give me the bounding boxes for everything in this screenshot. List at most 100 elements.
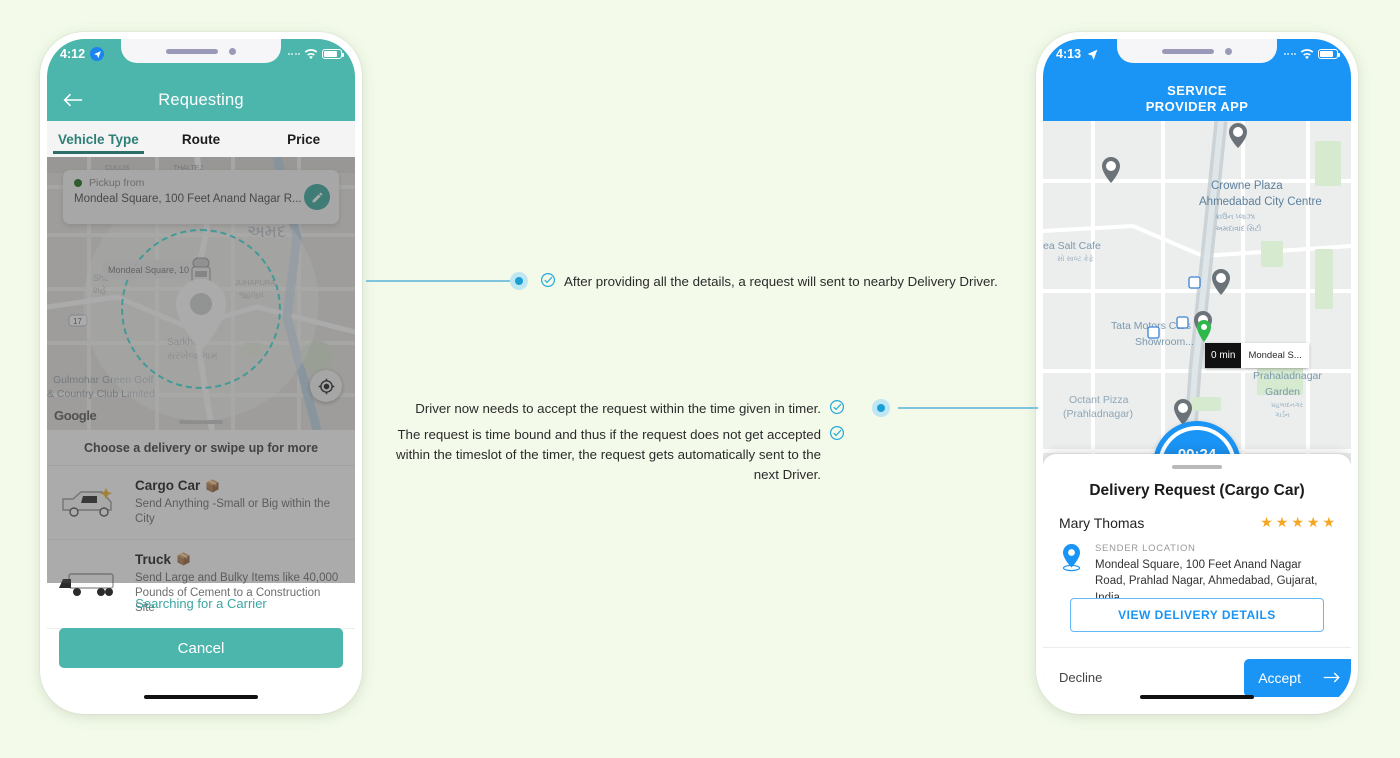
svg-text:ea Salt Cafe: ea Salt Cafe (1043, 240, 1101, 252)
svg-text:(Prahladnagar): (Prahladnagar) (1063, 408, 1133, 420)
tab-vehicle-type[interactable]: Vehicle Type (47, 132, 150, 154)
map-sheet-handle[interactable] (179, 420, 223, 424)
front-camera (1225, 47, 1232, 55)
google-attribution: Google (54, 408, 97, 423)
tab-price[interactable]: Price (252, 132, 355, 147)
pickup-location-card[interactable]: Pickup from Mondeal Square, 100 Feet Ana… (63, 170, 339, 224)
svg-text:Octant Pizza: Octant Pizza (1069, 394, 1129, 406)
back-arrow-icon[interactable] (61, 88, 85, 112)
clock-time: 4:13 (1056, 47, 1082, 61)
annotation-3-text: The request is time bound and thus if th… (396, 427, 821, 482)
accept-label: Accept (1258, 669, 1301, 686)
signal-dots-icon (1283, 53, 1296, 55)
location-pin-icon (1059, 543, 1084, 606)
earpiece-speaker (166, 48, 218, 54)
screenshot-canvas: Ahmed અમદ CULLIS THALTEJ She શહે JUHAPUR… (0, 0, 1400, 758)
header-line-2: PROVIDER APP (1145, 98, 1249, 114)
customer-name: Mary Thomas (1059, 514, 1145, 531)
pickup-label: Pickup from (89, 177, 145, 189)
annotation-2-dot (872, 399, 890, 417)
cargo-van-icon (57, 480, 123, 524)
card-drag-handle[interactable] (1172, 465, 1222, 469)
annotation-2-text: Driver now needs to accept the request w… (415, 401, 821, 416)
vehicle-name-row: Truck 📦 (135, 552, 341, 567)
package-emoji-icon: 📦 (176, 552, 191, 567)
tab-route[interactable]: Route (150, 132, 253, 147)
wifi-icon (304, 48, 318, 60)
list-item[interactable]: Truck 📦 Send Large and Bulky Items like … (47, 540, 355, 629)
vehicle-name: Truck (135, 551, 172, 567)
edit-pencil-icon[interactable] (304, 184, 330, 210)
annotation-1-dot (510, 272, 528, 290)
decline-button[interactable]: Decline (1059, 670, 1102, 685)
star-icon: ★ (1260, 514, 1273, 530)
arrow-right-icon (1323, 672, 1340, 683)
rating-stars: ★ ★ ★ ★ ★ (1260, 514, 1335, 531)
check-circle-icon (540, 272, 556, 288)
customer-row: Mary Thomas ★ ★ ★ ★ ★ (1043, 500, 1351, 531)
device-notch (1117, 39, 1277, 63)
location-arrow-icon (1086, 48, 1099, 61)
svg-text:Showroom...: Showroom... (1135, 336, 1194, 348)
accept-button[interactable]: Accept (1244, 658, 1351, 697)
sender-location-row: SENDER LOCATION Mondeal Square, 100 Feet… (1043, 531, 1351, 606)
vehicle-name-row: Cargo Car 📦 (135, 478, 341, 493)
vehicle-info: Cargo Car 📦 Send Anything -Small or Big … (135, 478, 341, 527)
star-icon: ★ (1291, 514, 1304, 530)
customer-map[interactable]: Ahmed અમદ CULLIS THALTEJ She શહે JUHAPUR… (47, 157, 355, 430)
cancel-button[interactable]: Cancel (59, 628, 343, 668)
clock-time: 4:12 (60, 47, 86, 61)
request-tabs: Vehicle Type Route Price (47, 121, 355, 157)
svg-text:ક્રાઉન પ્લાઝા: ક્રાઉન પ્લાઝા (1215, 211, 1255, 221)
sender-location-text: SENDER LOCATION Mondeal Square, 100 Feet… (1095, 543, 1333, 606)
map-pin-icon (173, 277, 229, 353)
check-circle-icon (829, 399, 845, 415)
pickup-dot-icon (74, 179, 82, 187)
eta-badge: 0 min Mondeal S... (1205, 343, 1309, 368)
vehicle-name: Cargo Car (135, 478, 201, 493)
eta-destination: Mondeal S... (1241, 343, 1309, 368)
annotation-1: After providing all the details, a reque… (540, 272, 1000, 292)
provider-app-phone: Crowne Plaza Ahmedabad City Centre ક્રાઉ… (1036, 32, 1358, 714)
home-indicator (1140, 695, 1254, 699)
front-camera (229, 47, 236, 55)
vehicle-description: Send Anything -Small or Big within the C… (135, 498, 330, 525)
device-notch (121, 39, 281, 63)
card-title: Delivery Request (Cargo Car) (1089, 482, 1305, 499)
annotation-2-connector-line (898, 407, 1038, 409)
view-delivery-details-button[interactable]: VIEW DELIVERY DETAILS (1070, 598, 1324, 632)
vehicle-selection-sheet: Choose a delivery or swipe up for more C… (47, 430, 355, 707)
sender-location-label: SENDER LOCATION (1095, 543, 1196, 554)
star-icon: ★ (1322, 514, 1335, 530)
annotation-2: Driver now needs to accept the request w… (395, 399, 845, 419)
status-bar-right (1283, 48, 1340, 60)
battery-icon (1318, 49, 1340, 59)
list-item[interactable]: Cargo Car 📦 Send Anything -Small or Big … (47, 466, 355, 540)
my-location-icon[interactable] (310, 370, 342, 402)
home-indicator (144, 695, 258, 699)
earpiece-speaker (1162, 48, 1214, 54)
svg-text:ગાર્ડન: ગાર્ડન (1275, 411, 1290, 419)
svg-text:Garden: Garden (1265, 386, 1300, 398)
package-emoji-icon: 📦 (205, 478, 221, 493)
star-icon: ★ (1306, 514, 1320, 530)
battery-icon (322, 49, 344, 59)
header-line-1: SERVICE (1167, 82, 1227, 98)
customer-app-screen: Ahmed અમદ CULLIS THALTEJ She શહે JUHAPUR… (47, 39, 355, 707)
check-circle-icon (829, 425, 845, 441)
svg-text:પ્રહલાદનગર: પ્રહલાદનગર (1271, 402, 1304, 409)
svg-text:અમદાવાદ સિટી: અમદાવાદ સિટી (1215, 224, 1261, 233)
signal-dots-icon (287, 53, 300, 55)
location-arrow-icon (90, 47, 105, 61)
wifi-icon (1300, 48, 1314, 60)
provider-app-screen: Crowne Plaza Ahmedabad City Centre ક્રાઉ… (1043, 39, 1351, 707)
page-title: Requesting (158, 91, 244, 109)
choose-delivery-label: Choose a delivery or swipe up for more (47, 430, 355, 466)
driver-green-pin-icon (1195, 319, 1213, 343)
annotation-3: The request is time bound and thus if th… (375, 425, 845, 485)
status-bar-left: 4:12 (60, 47, 105, 61)
svg-text:Crowne Plaza: Crowne Plaza (1211, 180, 1283, 192)
delivery-request-card: Delivery Request (Cargo Car) Mary Thomas… (1043, 454, 1351, 707)
eta-minutes: 0 min (1205, 343, 1242, 368)
annotation-1-connector-line (366, 280, 511, 282)
